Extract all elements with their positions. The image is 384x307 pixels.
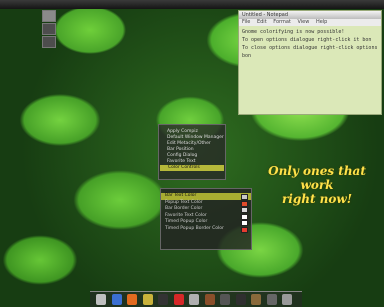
menu-edit[interactable]: Edit [257,19,267,25]
workspace-1[interactable] [42,10,56,22]
desktop-wallpaper: Untitled - Notepad File Edit Format View… [0,0,384,307]
search-icon[interactable] [189,294,199,305]
workspace-pager[interactable] [42,10,56,48]
menu-file[interactable]: File [242,19,250,25]
terminal-icon[interactable] [158,294,168,305]
music-icon[interactable] [173,294,184,305]
menu-format[interactable]: Format [273,19,291,25]
window-title: Untitled - Notepad [239,11,381,19]
dock [90,291,302,307]
color-option[interactable]: Timed Popup Border Color [161,226,251,233]
menu-help[interactable]: Help [316,19,327,25]
annotation-text: Only ones that work right now! [268,164,366,206]
text-line: Gnome colorifying is now possible! [242,29,345,35]
workspace-2[interactable] [42,23,56,35]
phone-icon[interactable] [235,294,246,305]
firefox-icon[interactable] [127,294,137,305]
globe-icon[interactable] [111,294,122,305]
text-line: To close options dialogue right-click op… [242,45,378,59]
workspace-3[interactable] [42,36,56,48]
trash-icon[interactable] [282,294,292,305]
tools-icon[interactable] [251,294,261,305]
menu-view[interactable]: View [297,19,309,25]
color-swatch[interactable] [241,226,248,233]
monitor-icon[interactable] [266,294,277,305]
menu-bar: File Edit Format View Help [239,19,381,26]
color-controls-panel[interactable]: Bar Text Color Popup Text Color Bar Bord… [160,188,252,250]
image-viewer-icon[interactable] [220,294,230,305]
context-menu[interactable]: Apply Compiz Default Window Manager Edit… [158,124,226,180]
folder-icon[interactable] [96,294,106,305]
menu-item-selected[interactable]: Color Controls [160,165,224,171]
top-panel [0,0,384,9]
editor-text-area[interactable]: Gnome colorifying is now possible! To op… [239,26,381,62]
email-icon[interactable] [142,294,153,305]
text-line: To open options dialogue right-click it … [242,37,372,43]
text-editor-window[interactable]: Untitled - Notepad File Edit Format View… [238,10,382,115]
photo-icon[interactable] [204,294,215,305]
